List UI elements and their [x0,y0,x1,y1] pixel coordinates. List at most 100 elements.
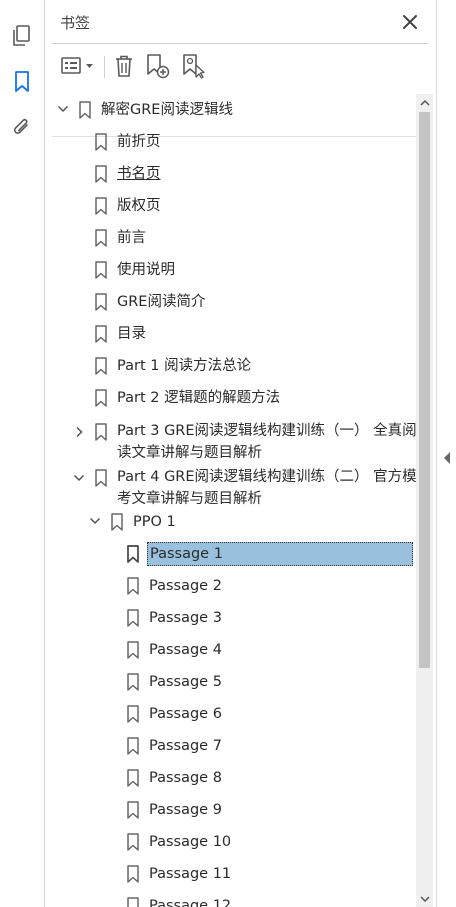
tree-item[interactable]: Passage 5 [46,666,416,698]
bookmark-item-icon [127,705,139,723]
tree-item-label: Part 2 逻辑题的解题方法 [117,390,281,406]
tree-item-label: 前言 [117,230,146,246]
bookmark-item-icon [95,165,107,183]
tree-item-label: Passage 10 [149,834,232,850]
tree-item-label: Passage 9 [149,802,222,818]
tree-item-label: Passage 1 [147,542,413,566]
scrollbar-thumb[interactable] [419,112,430,668]
panel-title: 书签 [60,14,91,32]
tree-item-label: 解密GRE阅读逻辑线 [101,102,233,118]
tree-item[interactable]: PPO 1 [46,506,416,538]
tree-item[interactable]: Passage 6 [46,698,416,730]
tree-item[interactable]: Passage 4 [46,634,416,666]
chevron-down-icon[interactable] [57,103,69,115]
tree-item-label: Passage 6 [149,706,222,722]
tree-item-label: Part 3 GRE阅读逻辑线构建训练（一） 全真阅读文章讲解与题目解析 [117,423,416,461]
tree-item[interactable]: Passage 8 [46,762,416,794]
tree-item-selected[interactable]: Passage 1 [46,538,416,570]
tree-item[interactable]: GRE阅读简介 [46,286,416,318]
tree-item-label: 目录 [117,326,146,342]
tree-item[interactable]: Part 2 逻辑题的解题方法 [46,382,416,414]
bookmark-item-icon [127,833,139,851]
bookmark-from-selection-icon[interactable] [180,52,208,80]
tree-item[interactable]: Passage 9 [46,794,416,826]
tree-item-label: GRE阅读简介 [117,294,206,310]
tree-item-label: Part 4 GRE阅读逻辑线构建训练（二） 官方模考文章讲解与题目解析 [117,469,416,507]
panel-header: 书签 [46,0,436,44]
bookmark-item-icon [127,801,139,819]
tree-item[interactable]: 书名页 [46,158,416,190]
tree-item[interactable]: Part 1 阅读方法总论 [46,350,416,382]
tree-item[interactable]: 版权页 [46,190,416,222]
tree-item-label: 书名页 [117,166,161,182]
bookmark-item-icon [95,229,107,247]
bookmark-item-icon [111,513,123,531]
tree-item-label: PPO 1 [133,514,176,530]
bookmark-tree: 解密GRE阅读逻辑线 前折页 书名页 版权页 前言 使用说明 GRE阅读简介 目… [46,94,416,907]
tree-item[interactable]: 使用说明 [46,254,416,286]
options-icon[interactable] [60,52,98,80]
bookmark-item-icon [95,469,107,487]
tree-item[interactable]: 前折页 [46,126,416,158]
new-bookmark-icon[interactable] [144,52,172,80]
bookmark-item-icon [95,293,107,311]
tree-item-label: Passage 7 [149,738,222,754]
tree-item-label: 使用说明 [117,262,175,278]
bookmark-toolbar [46,48,436,137]
bookmark-item-icon [95,325,107,343]
tree-item-label: Part 1 阅读方法总论 [117,358,252,374]
bookmark-item-icon [127,609,139,627]
bookmark-item-icon [79,101,91,119]
panel-splitter[interactable] [436,0,456,907]
bookmark-item-icon [95,261,107,279]
tree-item-label: Passage 3 [149,610,222,626]
bookmark-item-icon [95,389,107,407]
tree-item-label: Passage 5 [149,674,222,690]
tree-item[interactable]: 目录 [46,318,416,350]
tree-item[interactable]: Passage 11 [46,858,416,890]
chevron-right-icon[interactable] [73,426,85,438]
tree-item-label: 前折页 [117,134,161,150]
tree-item-label: Passage 4 [149,642,222,658]
bookmark-item-icon [127,897,139,907]
bookmark-item-icon [95,197,107,215]
tree-item[interactable]: Passage 2 [46,570,416,602]
tree-item-label: Passage 2 [149,578,222,594]
bookmark-item-icon [127,673,139,691]
pages-icon[interactable] [8,22,36,50]
tree-item[interactable]: 前言 [46,222,416,254]
tree-item[interactable]: Passage 10 [46,826,416,858]
bookmarks-panel: 书签 解密GRE阅读逻辑线 前折页 书名页 版权页 前言 使用说明 GRE阅读简… [46,0,436,907]
tree-item[interactable]: 解密GRE阅读逻辑线 [46,94,416,126]
tree-item[interactable]: Part 4 GRE阅读逻辑线构建训练（二） 官方模考文章讲解与题目解析 [46,466,416,510]
vertical-scrollbar[interactable] [416,94,433,907]
scroll-down-icon[interactable] [416,890,433,907]
tree-item-label: Passage 11 [149,866,232,882]
bookmark-item-icon [95,133,107,151]
tree-item-label: Passage 8 [149,770,222,786]
close-icon[interactable] [400,12,420,32]
tree-item[interactable]: Passage 3 [46,602,416,634]
bookmark-item-icon [127,577,139,595]
header-divider [52,43,428,44]
bookmark-item-icon [127,545,139,563]
bookmark-item-icon [95,423,107,441]
attachment-icon[interactable] [8,114,36,142]
scroll-up-icon[interactable] [416,94,433,111]
tree-item-label: 版权页 [117,198,161,214]
chevron-down-icon[interactable] [73,472,85,484]
bookmark-item-icon [127,865,139,883]
chevron-down-icon[interactable] [89,515,101,527]
collapse-arrow-icon[interactable] [441,450,453,466]
bookmark-item-icon [127,737,139,755]
toolbar-separator [104,56,105,78]
delete-icon[interactable] [112,52,136,80]
tree-item[interactable]: Passage 7 [46,730,416,762]
bookmark-item-icon [127,641,139,659]
tree-item[interactable]: Part 3 GRE阅读逻辑线构建训练（一） 全真阅读文章讲解与题目解析 [46,420,416,464]
bookmark-item-icon [95,357,107,375]
tree-item[interactable]: Passage 12 [46,890,416,907]
left-rail [0,0,45,907]
bookmark-icon[interactable] [8,68,36,96]
bookmark-item-icon [127,769,139,787]
